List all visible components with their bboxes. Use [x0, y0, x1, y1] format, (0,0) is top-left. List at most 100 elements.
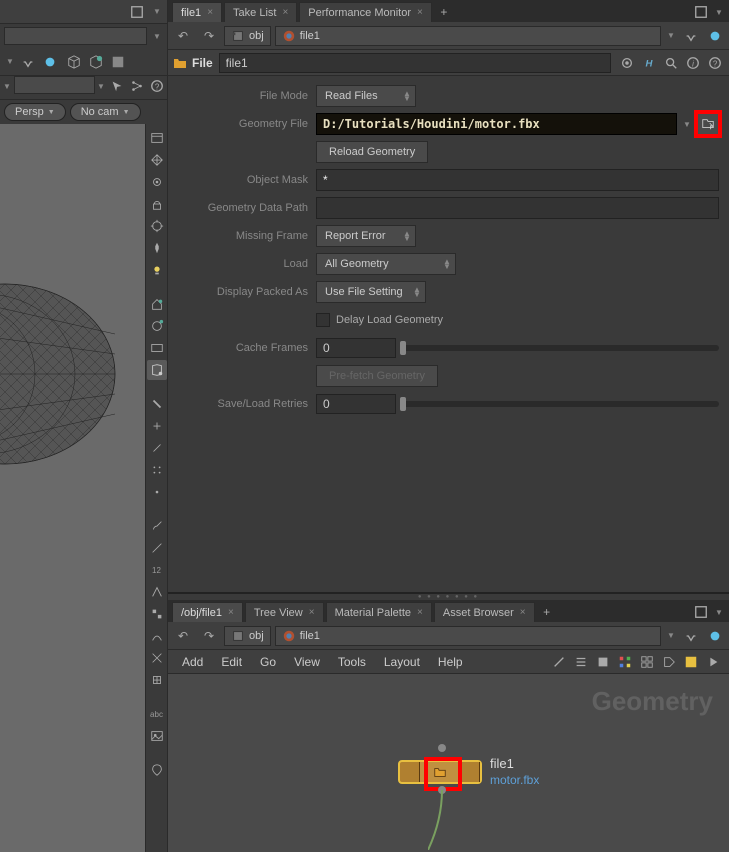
- display-options-icon[interactable]: [147, 128, 167, 148]
- left-tabs-menu[interactable]: ▼: [151, 2, 163, 22]
- forward-icon[interactable]: ↷: [198, 625, 220, 647]
- retries-slider[interactable]: [400, 401, 719, 407]
- wrench-icon[interactable]: [549, 652, 569, 672]
- tag-icon[interactable]: [659, 652, 679, 672]
- menu-view[interactable]: View: [286, 653, 328, 671]
- node-input-connector[interactable]: [438, 744, 446, 752]
- selected-tool-icon[interactable]: [147, 360, 167, 380]
- box-plus-icon[interactable]: [86, 52, 106, 72]
- gear-icon[interactable]: [617, 53, 637, 73]
- h-icon[interactable]: H: [639, 53, 659, 73]
- handle-icon[interactable]: [147, 604, 167, 624]
- box-icon[interactable]: [64, 52, 84, 72]
- manip-icon[interactable]: [147, 316, 167, 336]
- menu-layout[interactable]: Layout: [376, 653, 428, 671]
- left-top-select[interactable]: [14, 76, 95, 94]
- pin-icon[interactable]: [681, 26, 701, 46]
- cam-dropdown[interactable]: No cam▼: [70, 103, 141, 121]
- restore-icon[interactable]: [127, 2, 147, 22]
- home-icon[interactable]: [147, 294, 167, 314]
- tab-add-icon[interactable]: +: [434, 2, 454, 22]
- cache-frames-slider[interactable]: [400, 345, 719, 351]
- restore-icon[interactable]: [691, 602, 711, 622]
- display-packed-select[interactable]: Use File Setting▲▼: [316, 281, 426, 303]
- sweep-icon[interactable]: [147, 582, 167, 602]
- tab-asset-browser[interactable]: Asset Browser×: [434, 602, 535, 622]
- persp-dropdown[interactable]: Persp▼: [4, 103, 66, 121]
- scene-select-arrow[interactable]: ▼: [151, 26, 163, 46]
- record-icon[interactable]: [705, 26, 725, 46]
- delay-load-checkbox[interactable]: [316, 313, 330, 327]
- path-seg-obj[interactable]: obj: [224, 626, 271, 646]
- menu-tools[interactable]: Tools: [330, 653, 374, 671]
- misc-tool-5-icon[interactable]: [147, 482, 167, 502]
- path-seg-node[interactable]: file1: [275, 26, 661, 46]
- network-tabs-menu[interactable]: ▼: [713, 602, 725, 622]
- curve-icon[interactable]: [147, 626, 167, 646]
- show-hide-icon[interactable]: [147, 172, 167, 192]
- misc-tool-1-icon[interactable]: [147, 394, 167, 414]
- tab-add-icon[interactable]: +: [537, 602, 557, 622]
- path-menu[interactable]: ▼: [665, 626, 677, 646]
- tab-take-list[interactable]: Take List×: [224, 2, 297, 22]
- grid-btn-icon[interactable]: [108, 52, 128, 72]
- network-graph[interactable]: Geometry file1 motor.fbx: [168, 674, 729, 852]
- geometry-file-input[interactable]: [316, 113, 677, 135]
- close-icon[interactable]: ×: [228, 607, 234, 618]
- play-icon[interactable]: [703, 652, 723, 672]
- menu-edit[interactable]: Edit: [213, 653, 250, 671]
- reload-geometry-button[interactable]: Reload Geometry: [316, 141, 428, 163]
- left-split-menu[interactable]: ▼: [0, 76, 14, 96]
- misc-tool-4-icon[interactable]: [147, 460, 167, 480]
- 3d-viewport[interactable]: [0, 124, 145, 852]
- search-icon[interactable]: [661, 53, 681, 73]
- file-node[interactable]: [398, 760, 482, 784]
- topo-icon[interactable]: [147, 670, 167, 690]
- misc-tool-3-icon[interactable]: [147, 438, 167, 458]
- view-layout-arrow[interactable]: ▼: [4, 52, 16, 72]
- tab-tree-view[interactable]: Tree View×: [245, 602, 324, 622]
- close-icon[interactable]: ×: [282, 7, 288, 18]
- file-mode-select[interactable]: Read Files▲▼: [316, 85, 416, 107]
- misc-tool-2-icon[interactable]: [147, 416, 167, 436]
- grid-icon[interactable]: [615, 652, 635, 672]
- menu-add[interactable]: Add: [174, 653, 211, 671]
- help-icon[interactable]: ?: [147, 76, 167, 96]
- record-icon[interactable]: [705, 626, 725, 646]
- cache-frames-input[interactable]: [316, 338, 396, 358]
- brush-icon[interactable]: [147, 516, 167, 536]
- tab-obj-file1[interactable]: /obj/file1×: [172, 602, 243, 622]
- tab-material-palette[interactable]: Material Palette×: [326, 602, 432, 622]
- tab-performance-monitor[interactable]: Performance Monitor×: [299, 2, 432, 22]
- scene-select[interactable]: [4, 27, 147, 45]
- forward-icon[interactable]: ↷: [198, 25, 220, 47]
- menu-go[interactable]: Go: [252, 653, 284, 671]
- pen-icon[interactable]: [147, 538, 167, 558]
- restore-icon[interactable]: [691, 2, 711, 22]
- note-icon[interactable]: [681, 652, 701, 672]
- marker-icon[interactable]: [147, 760, 167, 780]
- image-icon[interactable]: [147, 726, 167, 746]
- back-icon[interactable]: ↶: [172, 625, 194, 647]
- menu-help[interactable]: Help: [430, 653, 471, 671]
- pointer-icon[interactable]: [107, 76, 127, 96]
- geometry-file-history[interactable]: ▼: [681, 114, 693, 134]
- cut-icon[interactable]: [147, 648, 167, 668]
- load-select[interactable]: All Geometry▲▼: [316, 253, 456, 275]
- missing-frame-select[interactable]: Report Error▲▼: [316, 225, 416, 247]
- back-icon[interactable]: ↶: [172, 25, 194, 47]
- close-icon[interactable]: ×: [520, 607, 526, 618]
- file-browse-button[interactable]: [697, 113, 719, 135]
- camera-frame-icon[interactable]: [147, 338, 167, 358]
- record-icon[interactable]: [40, 52, 60, 72]
- path-menu[interactable]: ▼: [665, 26, 677, 46]
- list-icon[interactable]: [571, 652, 591, 672]
- abc-icon[interactable]: abc: [147, 704, 167, 724]
- close-icon[interactable]: ×: [309, 607, 315, 618]
- retries-input[interactable]: [316, 394, 396, 414]
- snap-icon[interactable]: [18, 52, 38, 72]
- list2-icon[interactable]: [593, 652, 613, 672]
- pin-icon[interactable]: [147, 238, 167, 258]
- left-top-select-arrow[interactable]: ▼: [95, 76, 107, 96]
- path-seg-node[interactable]: file1: [275, 626, 661, 646]
